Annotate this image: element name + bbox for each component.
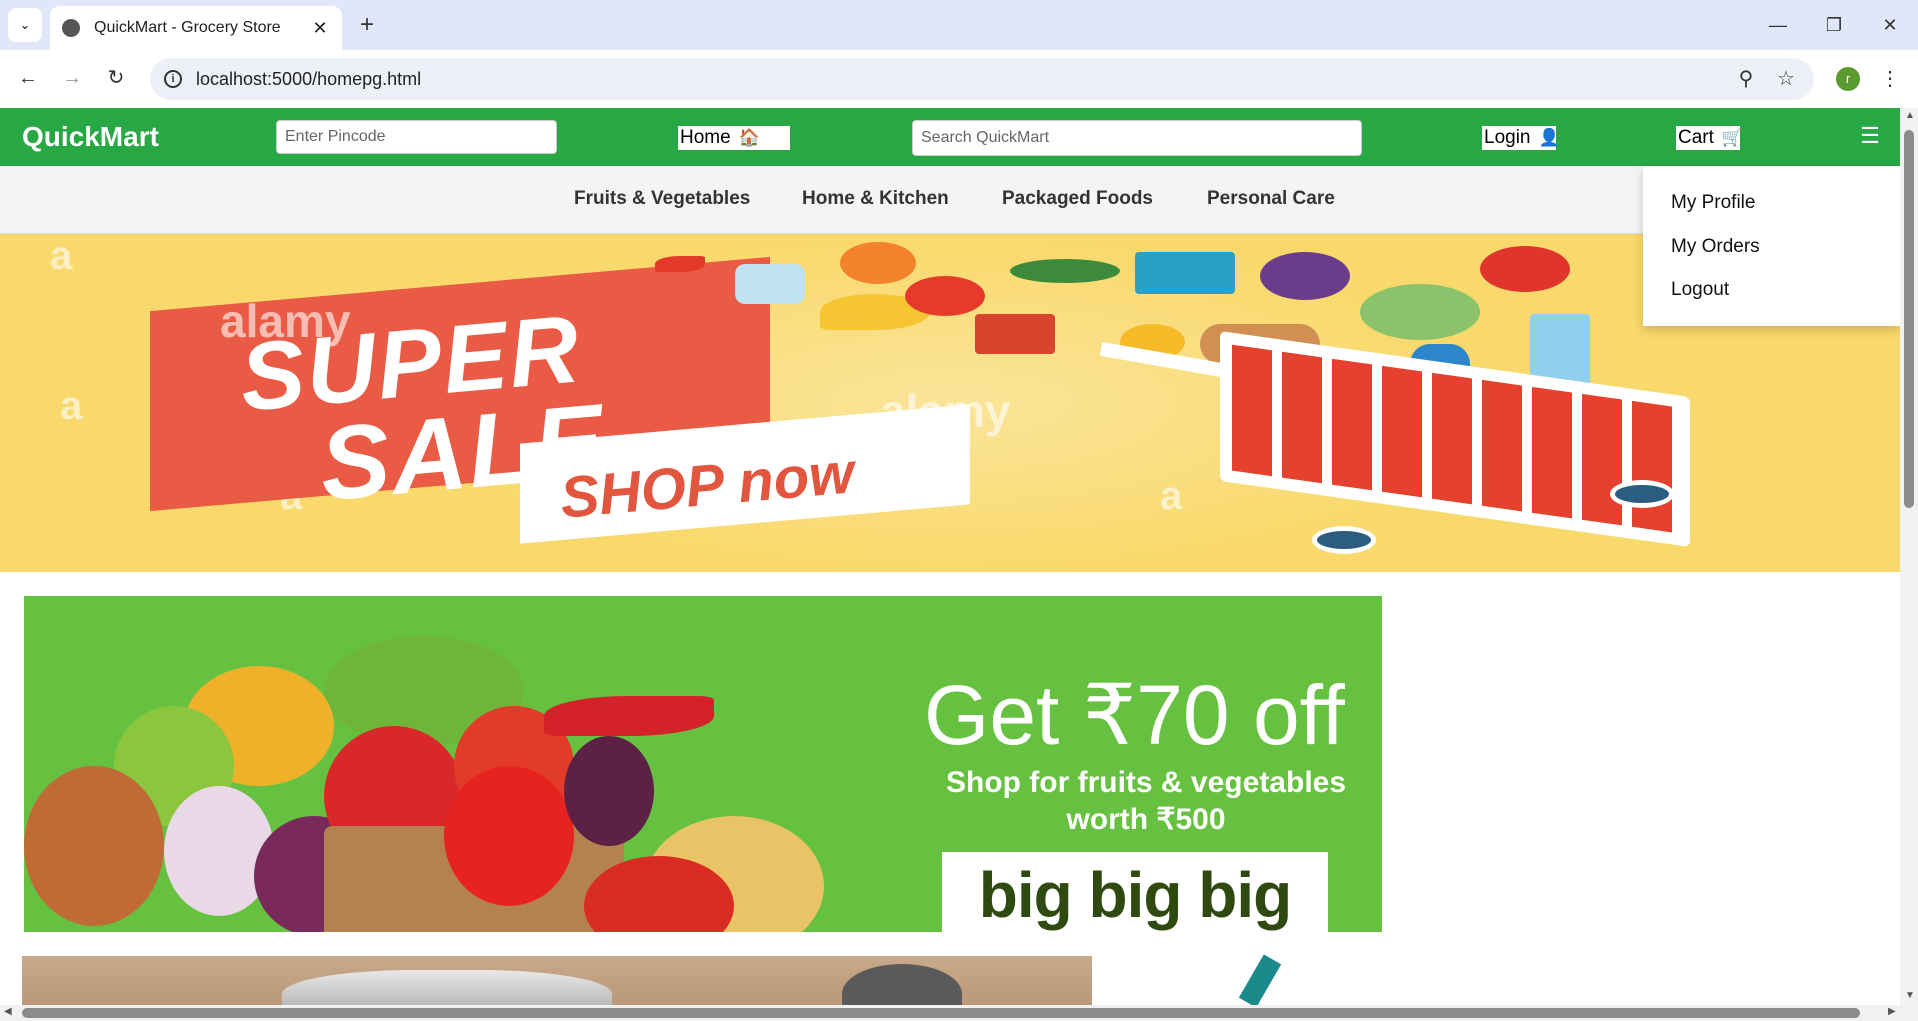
packet-icon [1135, 252, 1235, 294]
scroll-right-icon[interactable]: ▶ [1888, 1006, 1896, 1017]
page-viewport: QuickMart Home 🏠 Login 👤 Cart 🛒 ☰ Fruits… [0, 108, 1900, 1005]
login-button[interactable]: Login 👤 [1482, 126, 1560, 150]
tab-close-button[interactable]: ✕ [310, 18, 330, 39]
category-fruits-vegetables[interactable]: Fruits & Vegetables [574, 188, 750, 210]
frying-pan-image [842, 964, 962, 1005]
account-dropdown-menu: My Profile My Orders Logout [1643, 166, 1900, 326]
pepper-icon [1480, 246, 1570, 292]
super-sale-banner[interactable]: a a a a a a SUPER SALE SHOP now alamy al… [0, 234, 1900, 572]
reload-icon[interactable]: ↻ [100, 62, 132, 94]
scroll-up-icon[interactable]: ▲ [1905, 110, 1915, 121]
site-logo[interactable]: QuickMart [22, 121, 159, 153]
tab-search-button[interactable]: ⌄ [8, 8, 42, 42]
forward-arrow-icon[interactable]: → [56, 62, 88, 94]
offer-subtitle-2: worth ₹500 [1066, 803, 1226, 836]
tomato-icon [905, 276, 985, 316]
watermark: a [60, 384, 83, 428]
cupcake-icon [735, 264, 805, 304]
browser-tabstrip: ⌄ QuickMart - Grocery Store ✕ + — ❐ ✕ [0, 0, 1918, 50]
category-packaged-foods[interactable]: Packaged Foods [1002, 188, 1153, 210]
kitchen-banner[interactable] [22, 956, 1092, 1005]
brand-logo-text: big big big [978, 859, 1292, 931]
site-header: QuickMart Home 🏠 Login 👤 Cart 🛒 ☰ [0, 108, 1900, 166]
scroll-down-icon[interactable]: ▼ [1905, 990, 1915, 1001]
cart-button[interactable]: Cart 🛒 [1676, 126, 1744, 150]
browser-menu-icon[interactable]: ⋮ [1880, 64, 1900, 94]
vertical-scroll-thumb[interactable] [1904, 130, 1914, 508]
horizontal-scroll-thumb[interactable] [22, 1008, 1860, 1018]
address-bar[interactable]: i localhost:5000/homepg.html [150, 58, 1814, 100]
minimize-button[interactable]: — [1758, 8, 1798, 42]
menu-item-my-profile[interactable]: My Profile [1671, 192, 1755, 214]
tab-title: QuickMart - Grocery Store [94, 19, 281, 36]
cart-label: Cart [1678, 127, 1714, 148]
vegetable-pile-image [24, 636, 904, 932]
watermark: a [50, 234, 73, 278]
new-tab-button[interactable]: + [352, 10, 382, 40]
hamburger-menu-icon[interactable]: ☰ [1858, 124, 1882, 148]
cucumber-icon [1010, 259, 1120, 283]
category-bar: Fruits & Vegetables Home & Kitchen Packa… [0, 166, 1900, 234]
site-info-icon[interactable]: i [164, 70, 182, 88]
fruits-veg-offer-banner[interactable]: Get ₹70 off Shop for fruits & vegetables… [24, 596, 1382, 932]
back-arrow-icon[interactable]: ← [12, 62, 44, 94]
chevron-down-icon: ⌄ [19, 17, 31, 32]
cart-icon: 🛒 [1721, 128, 1744, 147]
orange-icon [840, 242, 916, 284]
user-icon: 👤 [1538, 128, 1560, 147]
browser-tab[interactable]: QuickMart - Grocery Store ✕ [50, 6, 342, 50]
watermark: a [1160, 474, 1183, 518]
cart-wheel [1610, 480, 1674, 508]
category-personal-care[interactable]: Personal Care [1207, 188, 1335, 210]
eggplant-icon [1260, 252, 1350, 300]
home-button[interactable]: Home 🏠 [678, 126, 790, 150]
bookmark-star-icon[interactable]: ☆ [1773, 66, 1799, 92]
pincode-input[interactable] [276, 120, 557, 154]
offer-title: Get ₹70 off [924, 668, 1345, 762]
profile-avatar[interactable]: r [1836, 67, 1860, 91]
zoom-icon[interactable]: ⚲ [1733, 66, 1759, 92]
restore-button[interactable]: ❐ [1814, 8, 1854, 42]
login-label: Login [1484, 127, 1531, 148]
offer-subtitle-1: Shop for fruits & vegetables [945, 766, 1347, 799]
chili-icon [655, 256, 705, 272]
menu-item-my-orders[interactable]: My Orders [1671, 236, 1760, 258]
category-home-kitchen[interactable]: Home & Kitchen [802, 188, 949, 210]
search-input[interactable] [912, 120, 1362, 156]
window-close-button[interactable]: ✕ [1870, 8, 1910, 42]
house-icon: 🏠 [738, 128, 760, 147]
cabbage-icon [1360, 284, 1480, 340]
decorative-accent [1238, 954, 1282, 1005]
cooking-pot-image [282, 970, 612, 1005]
globe-icon [62, 19, 80, 37]
url-text: localhost:5000/homepg.html [196, 68, 422, 89]
cart-wheel [1312, 526, 1376, 554]
alamy-watermark: alamy [880, 385, 1011, 437]
scroll-left-icon[interactable]: ◀ [4, 1006, 12, 1017]
juice-pack-icon [975, 314, 1055, 354]
alamy-watermark: alamy [220, 295, 351, 347]
menu-item-logout[interactable]: Logout [1671, 279, 1729, 301]
home-label: Home [680, 127, 731, 148]
